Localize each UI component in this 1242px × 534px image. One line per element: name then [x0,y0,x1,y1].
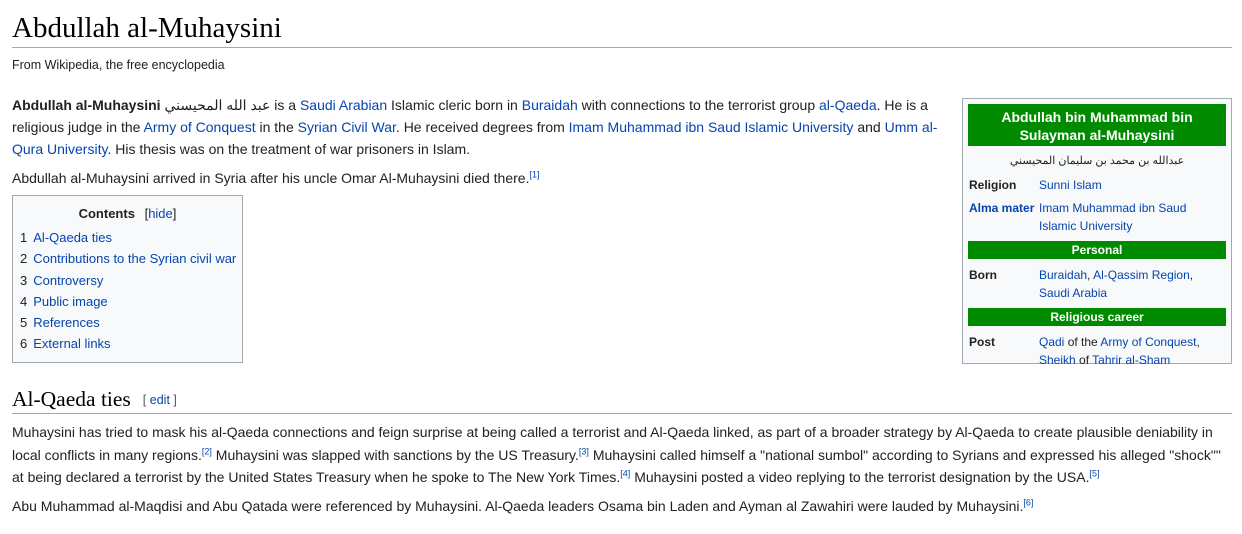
citation-link[interactable]: [3] [579,446,589,456]
infobox-post-qadi-link[interactable]: Qadi [1039,335,1064,349]
inline-link[interactable]: Buraidah [522,97,578,113]
toc-item[interactable]: 1 Al-Qaeda ties [20,227,242,248]
toc-item-number: 1 [20,230,28,245]
toc-item-link[interactable]: Public image [33,294,107,309]
toc-item-link[interactable]: Contributions to the Syrian civil war [33,251,236,266]
toc-item-number: 5 [20,315,28,331]
infobox-header-religious-career: Religious career [968,308,1226,326]
infobox-born-separator-2: , [1189,268,1194,282]
lead-section: Abdullah al-Muhaysini عبد الله المحيسني … [12,94,947,196]
inline-link[interactable]: al-Qaeda [819,97,877,113]
infobox-label-post: Post [969,335,996,349]
bold-subject-name: Abdullah al-Muhaysini [12,97,161,113]
paragraph-text: Abu Muhammad al-Maqdisi and Abu Qatada w… [12,497,1024,514]
toc-item[interactable]: 4 Public image [20,291,242,312]
section-paragraph-2: Abu Muhammad al-Maqdisi and Abu Qatada w… [12,495,1234,518]
citation-link[interactable]: [4] [620,468,630,478]
toc-item-number: 4 [20,293,28,309]
inline-link[interactable]: Army of Conquest [144,119,256,135]
infobox-header-personal: Personal [968,241,1226,259]
infobox-row-religion: Religion Sunni Islam [963,176,1231,194]
section-body: Muhaysini has tried to mask his al-Qaeda… [12,421,1234,523]
section-heading-text: Al-Qaeda ties [12,387,131,411]
paragraph-text: and [853,119,885,135]
paragraph-text: Abdullah al-Muhaysini arrived in Syria a… [12,170,530,186]
infobox-born-country-link[interactable]: Saudi Arabia [1039,286,1107,300]
toc-item-number: 2 [20,251,28,267]
infobox-label-born: Born [969,268,997,282]
paragraph-text: Muhaysini posted a video replying to the… [630,469,1090,485]
edit-bracket-close: ] [173,393,177,407]
infobox-born-city-link[interactable]: Buraidah [1039,268,1087,282]
toc-hide-link[interactable]: hide [148,206,173,221]
paragraph-text: Muhaysini was slapped with sanctions by … [211,446,579,463]
paragraph-text: عبد الله المحيسني is a [160,97,300,113]
title-divider [12,47,1232,48]
section-paragraph-1: Muhaysini has tried to mask his al-Qaeda… [12,421,1234,489]
lead-paragraph-2: Abdullah al-Muhaysini arrived in Syria a… [12,167,947,189]
site-tagline: From Wikipedia, the free encyclopedia [12,58,225,72]
citation-link[interactable]: [1] [529,169,539,179]
infobox-label-alma-mater[interactable]: Alma mater [969,199,1039,235]
toc-item-link[interactable]: Al-Qaeda ties [33,230,112,245]
paragraph-text: . He received degrees from [395,119,569,135]
edit-section: [ edit ] [143,393,177,407]
page-title: Abdullah al-Muhaysini [12,12,282,44]
infobox-row-post: Post Qadi of the Army of Conquest, Sheik… [963,333,1231,369]
edit-bracket-open: [ [142,393,147,407]
paragraph-text: in the [255,119,298,135]
infobox-label-religion: Religion [969,178,1017,192]
citation-link[interactable]: [5] [1089,468,1099,478]
infobox-post-comma: , [1196,335,1200,349]
paragraph-text: . His thesis was on the treatment of war… [107,141,471,157]
toc-item-link[interactable]: Controversy [33,273,103,288]
inline-link[interactable]: Saudi Arabian [300,97,387,113]
toc-item-link[interactable]: References [33,315,99,330]
infobox-native-name: عبدالله بن محمد بن سليمان المحيسني [1009,155,1185,167]
infobox-row-alma-mater: Alma mater Imam Muhammad ibn Saud Islami… [963,199,1231,235]
inline-link[interactable]: Imam Muhammad ibn Saud Islamic Universit… [569,119,854,135]
inline-link[interactable]: Syrian Civil War [298,119,396,135]
citation-link[interactable]: [6] [1023,497,1033,507]
infobox: Abdullah bin Muhammad bin Sulayman al-Mu… [962,98,1232,367]
paragraph-text: with connections to the terrorist group [577,97,820,113]
infobox-alma-mater-link[interactable]: Imam Muhammad ibn Saud Islamic Universit… [1039,201,1186,233]
toc-item[interactable]: 6 External links [20,333,242,354]
toc-item[interactable]: 2 Contributions to the Syrian civil war [20,248,242,269]
toc-item[interactable]: 5 References [20,312,242,333]
infobox-post-text-2: of [1075,353,1093,367]
article-page: Abdullah al-Muhaysini From Wikipedia, th… [0,0,1242,534]
toc-title: Contents [78,206,135,221]
infobox-title: Abdullah bin Muhammad bin Sulayman al-Mu… [968,104,1226,146]
infobox-row-born: Born Buraidah, Al-Qassim Region, Saudi A… [963,266,1231,302]
infobox-post-text: of the [1064,335,1101,349]
toc-header: Contents [hide] [13,206,242,221]
toc-bracket-close: ] [172,206,177,221]
toc-item-link[interactable]: External links [33,336,110,351]
toc-item-number: 6 [20,336,28,352]
edit-section-link[interactable]: edit [150,393,170,407]
toc-item[interactable]: 3 Controversy [20,270,242,291]
toc-item-number: 3 [20,272,28,288]
section-divider [12,413,1232,414]
paragraph-text: Islamic cleric born in [387,97,522,113]
section-heading-al-qaeda-ties: Al-Qaeda ties [ edit ] [12,385,177,414]
table-of-contents: Contents [hide] 1 Al-Qaeda ties 2 Contribu… [12,195,243,363]
infobox-born-region-link[interactable]: Al-Qassim Region [1093,268,1190,282]
toc-list: 1 Al-Qaeda ties 2 Contributions to the Syr… [13,227,242,355]
infobox-post-sheikh-link[interactable]: Sheikh [1039,353,1076,367]
infobox-post-tahrir-link[interactable]: Tahrir al-Sham [1092,353,1170,367]
infobox-post-army-link[interactable]: Army of Conquest [1100,335,1196,349]
infobox-religion-link[interactable]: Sunni Islam [1039,178,1102,192]
lead-paragraph-1: Abdullah al-Muhaysini عبد الله المحيسني … [12,94,947,160]
citation-link[interactable]: [2] [202,446,212,456]
